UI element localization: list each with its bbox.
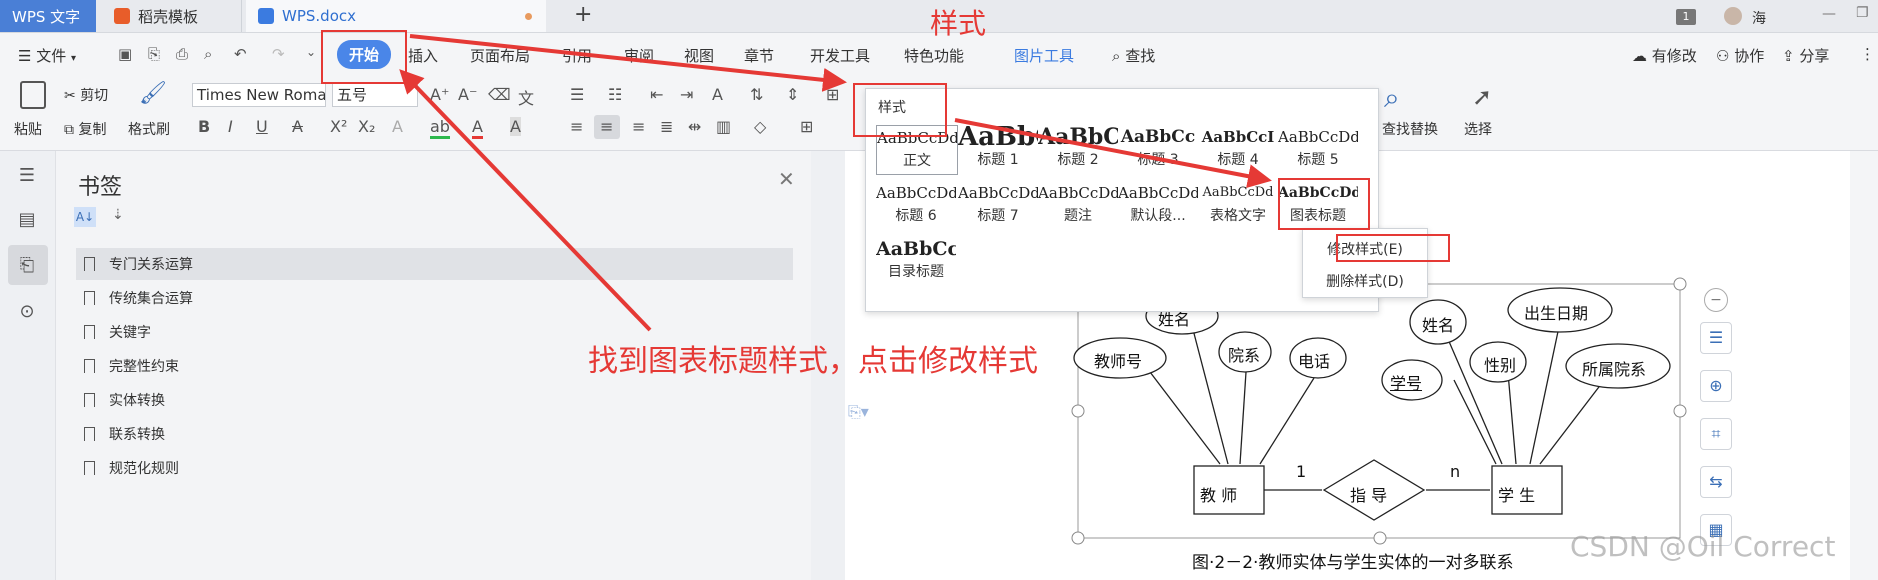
watermark: CSDN @Oil Correct xyxy=(1570,530,1836,563)
arrow-to-home xyxy=(399,69,652,332)
annotation-instruction: 找到图表标题样式，点击修改样式 xyxy=(588,344,1038,379)
arrow-to-style xyxy=(409,34,847,92)
arrow-to-figure-title xyxy=(954,118,1272,189)
annotation-style-label: 样式 xyxy=(930,7,987,40)
annotation-arrows xyxy=(399,34,1272,332)
